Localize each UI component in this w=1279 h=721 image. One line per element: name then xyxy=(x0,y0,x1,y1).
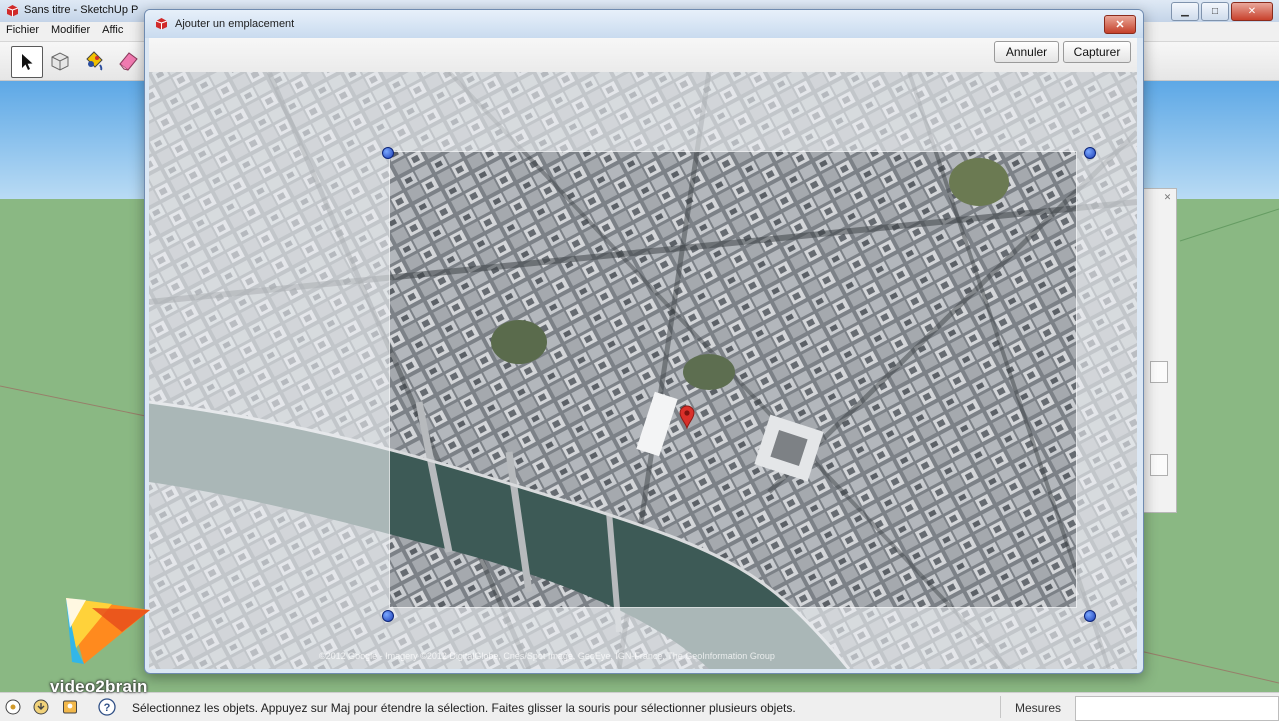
video2brain-wordmark: video2brain xyxy=(50,677,148,696)
maximize-button[interactable]: □ xyxy=(1201,2,1229,21)
capture-selection-region[interactable] xyxy=(389,151,1077,608)
select-tool-button[interactable] xyxy=(11,46,43,78)
window-controls: ▁ □ ✕ xyxy=(1171,2,1273,21)
menu-fichier[interactable]: Fichier xyxy=(0,22,45,41)
panel-close-icon[interactable]: ✕ xyxy=(1162,192,1173,203)
paint-bucket-icon xyxy=(86,51,103,71)
minimize-button[interactable]: ▁ xyxy=(1171,2,1199,21)
help-icon: ? xyxy=(98,698,116,716)
add-location-dialog: Ajouter un emplacement ✕ Annuler Capture… xyxy=(144,9,1144,674)
app-title: Sans titre - SketchUp P xyxy=(24,4,139,16)
selected-imagery xyxy=(390,152,1076,607)
dialog-title: Ajouter un emplacement xyxy=(175,18,295,30)
dialog-close-button[interactable]: ✕ xyxy=(1104,15,1136,34)
panel-field[interactable] xyxy=(1150,454,1168,476)
close-icon: ✕ xyxy=(1115,19,1125,31)
close-window-button[interactable]: ✕ xyxy=(1231,2,1273,21)
location-pin-icon xyxy=(679,405,695,429)
user-icon xyxy=(63,700,77,714)
selection-handle-bottom-right[interactable] xyxy=(1084,610,1096,622)
minimize-icon: ▁ xyxy=(1181,6,1189,17)
credits-button[interactable] xyxy=(32,698,50,716)
side-panel: ✕ xyxy=(1142,188,1177,513)
maximize-icon: □ xyxy=(1211,6,1219,17)
selection-handle-top-right[interactable] xyxy=(1084,147,1096,159)
statusbar-divider xyxy=(1000,696,1001,718)
video2brain-logo xyxy=(66,598,150,664)
dialog-titlebar: Ajouter un emplacement ✕ xyxy=(145,10,1143,38)
cancel-button[interactable]: Annuler xyxy=(994,41,1059,63)
map-copyright: ©2012 Google - Imagery ©2012 DigitalGlob… xyxy=(319,651,775,661)
measures-label: Mesures xyxy=(1015,701,1062,715)
component-tool-button[interactable] xyxy=(45,46,75,76)
sketchup-logo-icon xyxy=(6,5,19,17)
satellite-map[interactable]: ©2012 Google - Imagery ©2012 DigitalGlob… xyxy=(149,72,1137,669)
selection-handle-bottom-left[interactable] xyxy=(382,610,394,622)
statusbar: ? Sélectionnez les objets. Appuyez sur M… xyxy=(0,692,1279,721)
menu-modifier[interactable]: Modifier xyxy=(45,22,96,41)
panel-field[interactable] xyxy=(1150,361,1168,383)
measures-input[interactable] xyxy=(1075,696,1279,721)
geolocation-icon xyxy=(5,699,21,715)
status-text: Sélectionnez les objets. Appuyez sur Maj… xyxy=(132,701,796,715)
eraser-icon xyxy=(119,52,138,71)
sketchup-logo-icon xyxy=(155,18,168,30)
menu-affichage[interactable]: Affic xyxy=(96,22,129,41)
selection-handle-top-left[interactable] xyxy=(382,147,394,159)
close-icon: ✕ xyxy=(1247,6,1257,17)
user-button[interactable] xyxy=(61,698,79,716)
paint-bucket-tool-button[interactable] xyxy=(79,46,109,76)
dialog-toolbar: Annuler Capturer xyxy=(149,38,1137,73)
capture-button[interactable]: Capturer xyxy=(1063,41,1131,63)
geolocation-status-button[interactable] xyxy=(4,698,22,716)
eraser-tool-button[interactable] xyxy=(113,46,143,76)
help-button[interactable]: ? xyxy=(98,698,116,716)
component-icon xyxy=(51,52,69,71)
credits-icon xyxy=(33,699,49,715)
svg-text:?: ? xyxy=(104,702,111,714)
select-arrow-icon xyxy=(22,54,33,70)
